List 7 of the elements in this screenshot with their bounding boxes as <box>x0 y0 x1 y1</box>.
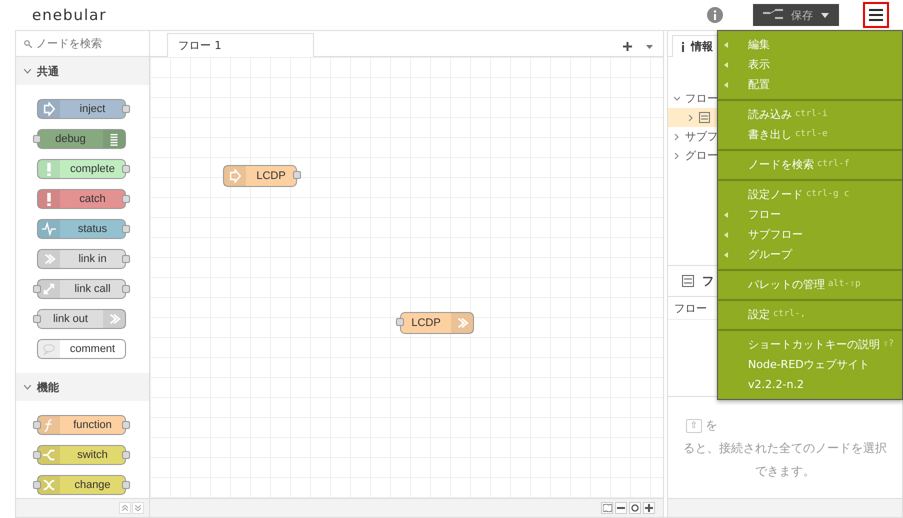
help-text: できます。 <box>755 463 815 480</box>
section-title: フ <box>702 272 714 290</box>
app-logo: enebular <box>32 6 108 24</box>
help-text: を <box>706 417 718 434</box>
keyboard-key: ⇧ <box>686 418 702 432</box>
table-cell: フロー <box>674 300 707 316</box>
help-text: ると、接続された全てのノードを選択 <box>683 440 887 457</box>
